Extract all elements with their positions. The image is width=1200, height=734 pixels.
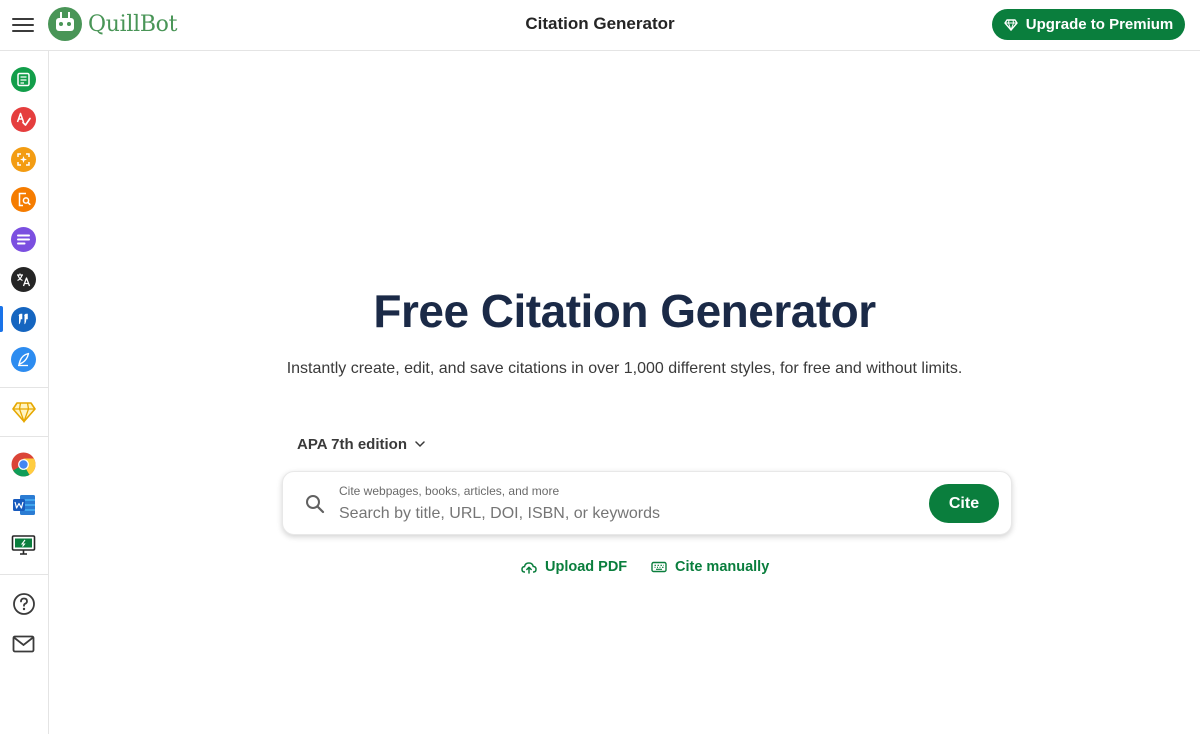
- citation-style-value: APA 7th edition: [297, 436, 407, 453]
- paraphraser-icon: [11, 67, 36, 92]
- chevron-down-icon: [415, 441, 425, 448]
- sidebar-divider: [0, 436, 48, 437]
- sidebar-item-desktop-app[interactable]: [11, 532, 36, 557]
- sidebar-divider: [0, 574, 48, 575]
- citation-style-dropdown[interactable]: APA 7th edition: [297, 436, 425, 453]
- desktop-app-icon: [11, 534, 36, 555]
- hero-title: Free Citation Generator: [373, 285, 876, 337]
- word-addin-icon: [12, 494, 35, 515]
- citation-search-box[interactable]: Cite webpages, books, articles, and more…: [282, 471, 1012, 535]
- upload-pdf-button[interactable]: Upload PDF: [521, 559, 627, 575]
- translator-icon: [11, 267, 36, 292]
- logo-text: QuillBot: [88, 11, 178, 37]
- menu-icon[interactable]: [12, 14, 34, 34]
- help-icon: [12, 592, 35, 615]
- hero-subtitle: Instantly create, edit, and save citatio…: [286, 360, 963, 377]
- tool-sidebar: [0, 51, 49, 734]
- sidebar-item-word-addin[interactable]: [11, 492, 36, 517]
- quillbot-logo[interactable]: QuillBot: [48, 7, 177, 41]
- sidebar-item-translator[interactable]: [11, 267, 36, 292]
- upgrade-premium-label: Upgrade to Premium: [1025, 16, 1174, 33]
- mail-icon: [12, 635, 35, 652]
- sidebar-item-help[interactable]: [11, 591, 36, 616]
- sidebar-item-quillbot-flow[interactable]: [11, 347, 36, 372]
- sidebar-item-contact[interactable]: [11, 631, 36, 656]
- cloud-upload-icon: [521, 562, 537, 574]
- premium-diamond-icon: [11, 401, 36, 423]
- upload-pdf-label: Upload PDF: [545, 559, 628, 575]
- search-icon: [306, 495, 325, 514]
- search-hint-label: Cite webpages, books, articles, and more: [339, 484, 560, 498]
- grammar-checker-icon: [11, 107, 36, 132]
- top-bar: QuillBot Citation Generator Upgrade to P…: [0, 0, 1200, 51]
- cite-button[interactable]: Cite: [929, 484, 999, 523]
- citation-search-input[interactable]: [339, 502, 919, 526]
- cite-manually-button[interactable]: Cite manually: [651, 559, 769, 575]
- cite-manually-label: Cite manually: [675, 559, 770, 575]
- sidebar-item-paraphraser[interactable]: [11, 67, 36, 92]
- citation-generator-icon: [11, 307, 36, 332]
- sidebar-item-summarizer[interactable]: [11, 227, 36, 252]
- chrome-extension-icon: [11, 452, 36, 477]
- summarizer-icon: [11, 227, 36, 252]
- sidebar-item-grammar-checker[interactable]: [11, 107, 36, 132]
- sidebar-item-plagiarism-checker[interactable]: [11, 187, 36, 212]
- plagiarism-checker-icon: [11, 187, 36, 212]
- sidebar-item-premium[interactable]: [11, 399, 36, 424]
- sidebar-item-ai-detector[interactable]: [11, 147, 36, 172]
- diamond-icon: [1004, 18, 1018, 31]
- sidebar-divider: [0, 387, 48, 388]
- active-indicator: [0, 306, 3, 332]
- sidebar-item-chrome-extension[interactable]: [11, 452, 36, 477]
- sidebar-item-citation-generator[interactable]: [11, 307, 36, 332]
- quillbot-flow-icon: [11, 347, 36, 372]
- upgrade-premium-button[interactable]: Upgrade to Premium: [992, 9, 1185, 40]
- keyboard-icon: [651, 561, 667, 573]
- quillbot-logo-icon: [48, 7, 82, 41]
- ai-detector-icon: [11, 147, 36, 172]
